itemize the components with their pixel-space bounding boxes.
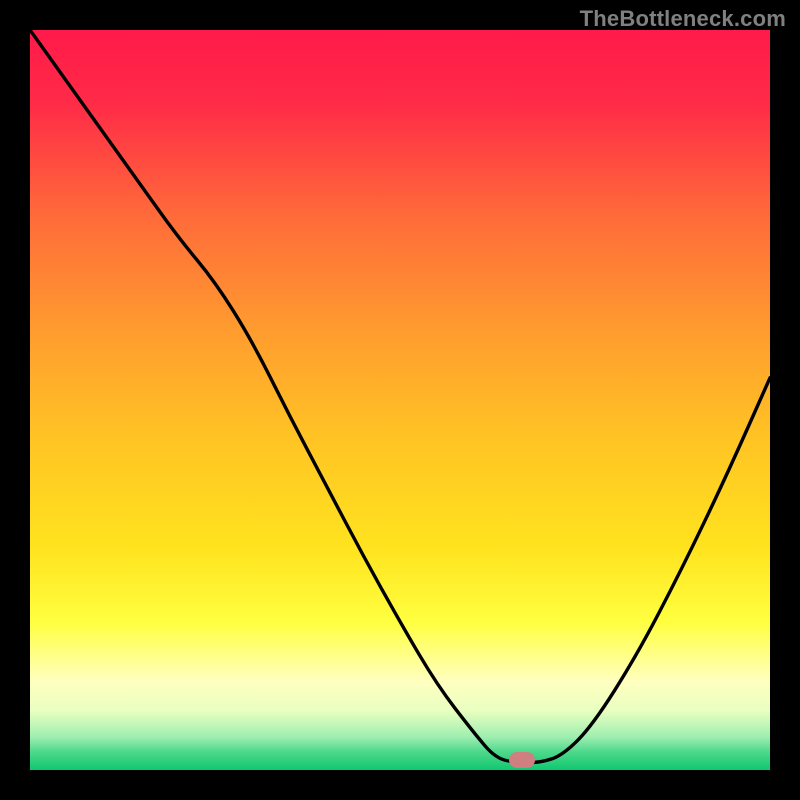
- watermark-text: TheBottleneck.com: [580, 6, 786, 32]
- optimal-marker: [509, 752, 535, 768]
- chart-frame: TheBottleneck.com: [0, 0, 800, 800]
- plot-area: [30, 30, 770, 770]
- bottleneck-curve: [30, 30, 770, 770]
